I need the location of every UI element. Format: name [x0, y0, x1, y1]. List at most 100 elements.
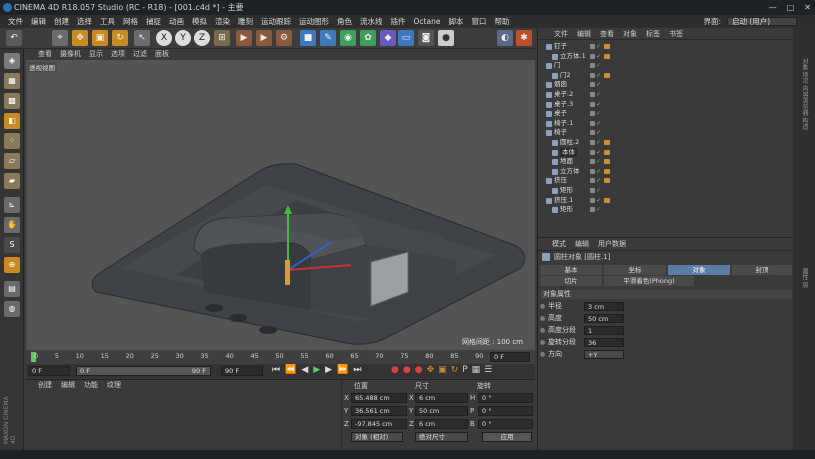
- texture-mode-icon[interactable]: ▩: [4, 93, 20, 109]
- end-frame-field[interactable]: 90 F: [221, 366, 263, 376]
- enable-check-icon[interactable]: ✓: [596, 100, 601, 110]
- enable-check-icon[interactable]: ✓: [596, 138, 601, 148]
- workplane-grid-icon[interactable]: ▤: [4, 281, 20, 297]
- object-list-item[interactable]: 挤压 ✓: [540, 176, 792, 186]
- tab-caps[interactable]: 封顶: [732, 265, 792, 275]
- enable-check-icon[interactable]: ✓: [596, 186, 601, 196]
- next-key-icon[interactable]: ⏩: [337, 365, 348, 375]
- axis-z-button[interactable]: Z: [194, 30, 210, 46]
- enable-check-icon[interactable]: ✓: [596, 109, 601, 119]
- menu-edit[interactable]: 编辑: [27, 15, 50, 28]
- make-editable-icon[interactable]: ◈: [4, 53, 20, 69]
- enable-check-icon[interactable]: ✓: [596, 119, 601, 129]
- keyframe-dot-icon[interactable]: [540, 328, 545, 333]
- om-menu-file[interactable]: 文件: [554, 28, 568, 39]
- subdivision-icon[interactable]: ◉: [340, 30, 356, 46]
- material-tag-icon[interactable]: [604, 44, 610, 49]
- workplane-icon[interactable]: ◧: [4, 113, 20, 129]
- coord-system-icon[interactable]: ⊞: [214, 30, 230, 46]
- vp-menu-filter[interactable]: 过滤: [133, 49, 147, 60]
- octane-icon[interactable]: ◐: [497, 30, 513, 46]
- cloner-icon[interactable]: ✿: [360, 30, 376, 46]
- object-list-item[interactable]: 矩形 ✓: [540, 205, 792, 215]
- radius-field[interactable]: 3 cm: [584, 302, 624, 311]
- menu-mograph[interactable]: 运动图形: [295, 15, 333, 28]
- rotate-tool-icon[interactable]: ↻: [112, 30, 128, 46]
- layer-icon[interactable]: [590, 130, 595, 136]
- enable-check-icon[interactable]: ✓: [596, 205, 601, 215]
- position-key-icon[interactable]: ✥: [427, 365, 435, 375]
- material-tag-icon[interactable]: [604, 159, 610, 165]
- undo-icon[interactable]: ↶: [6, 30, 22, 46]
- keyframe-dot-icon[interactable]: [540, 340, 545, 345]
- om-menu-bookmarks[interactable]: 书签: [669, 28, 683, 39]
- size-mode-select[interactable]: 绝对尺寸: [415, 432, 468, 442]
- material-tag-icon[interactable]: [604, 178, 610, 184]
- om-menu-objects[interactable]: 对象: [623, 28, 637, 39]
- material-tag-icon[interactable]: [604, 168, 610, 174]
- layout-select[interactable]: 启动 (用户): [727, 17, 797, 26]
- cube-icon[interactable]: ■: [300, 30, 316, 46]
- axis-mode-icon[interactable]: ⊾: [4, 197, 20, 213]
- layer-icon[interactable]: [590, 82, 595, 88]
- menu-animate[interactable]: 动画: [165, 15, 188, 28]
- minimize-button[interactable]: —: [769, 0, 777, 15]
- object-list-item[interactable]: 本体 ✓: [540, 147, 792, 158]
- object-list-item[interactable]: 钉子 ✓: [540, 42, 792, 52]
- tab-objects[interactable]: 对象: [801, 58, 808, 70]
- preview-range-slider[interactable]: 0 F 90 F: [76, 366, 211, 376]
- menu-pipeline[interactable]: 流水线: [356, 15, 387, 28]
- material-tag-icon[interactable]: [604, 53, 610, 59]
- render-view-icon[interactable]: ▶: [236, 30, 252, 46]
- enable-check-icon[interactable]: ✓: [596, 176, 601, 186]
- render-settings-icon[interactable]: ⚙: [276, 30, 292, 46]
- layer-icon[interactable]: [590, 63, 595, 69]
- model-mode-icon[interactable]: ▦: [4, 73, 20, 89]
- enable-check-icon[interactable]: ✓: [596, 128, 601, 138]
- object-list-item[interactable]: 立方体.1 ✓: [540, 52, 792, 62]
- enable-check-icon[interactable]: ✓: [596, 167, 601, 177]
- tab-layers[interactable]: 层: [801, 282, 808, 288]
- axis-y-button[interactable]: Y: [175, 30, 191, 46]
- object-list-item[interactable]: 立方体 ✓: [540, 167, 792, 177]
- layer-icon[interactable]: [590, 159, 595, 165]
- layer-icon[interactable]: [590, 197, 595, 203]
- timeline-menu-icon[interactable]: ☰: [484, 365, 492, 375]
- autokey-icon[interactable]: ●: [403, 365, 411, 375]
- vp-menu-options[interactable]: 选项: [111, 49, 125, 60]
- material-tag-icon[interactable]: [604, 140, 610, 145]
- layer-icon[interactable]: [590, 72, 595, 78]
- tab-content-browser[interactable]: 内容浏览器: [801, 86, 808, 116]
- tab-takes[interactable]: 场次: [801, 72, 808, 84]
- object-list-item[interactable]: 地面 ✓: [540, 157, 792, 167]
- menu-motion-tracking[interactable]: 运动跟踪: [257, 15, 295, 28]
- pos-x-field[interactable]: 65.488 cm: [351, 393, 407, 403]
- enable-check-icon[interactable]: ✓: [596, 71, 601, 81]
- move-tool-icon[interactable]: ✥: [72, 30, 88, 46]
- menu-window[interactable]: 窗口: [467, 15, 490, 28]
- menu-simulate[interactable]: 模拟: [188, 15, 211, 28]
- maximize-button[interactable]: □: [787, 0, 795, 15]
- mat-menu-function[interactable]: 功能: [84, 380, 98, 391]
- tab-attributes[interactable]: 属性: [801, 268, 808, 280]
- menu-mesh[interactable]: 网格: [119, 15, 142, 28]
- snap-icon[interactable]: S: [4, 237, 20, 253]
- enable-check-icon[interactable]: ✓: [596, 42, 601, 52]
- record-icon[interactable]: ●: [391, 365, 399, 375]
- layer-icon[interactable]: [590, 111, 595, 117]
- menu-script[interactable]: 脚本: [444, 15, 467, 28]
- enable-check-icon[interactable]: ✓: [596, 196, 601, 206]
- mat-menu-texture[interactable]: 纹理: [107, 380, 121, 391]
- rotation-segments-field[interactable]: 36: [584, 338, 624, 347]
- scale-tool-icon[interactable]: ▣: [92, 30, 108, 46]
- layer-icon[interactable]: [590, 92, 595, 97]
- object-list-item[interactable]: 门2 ✓: [540, 71, 792, 81]
- object-list-item[interactable]: 椅子.1 ✓: [540, 119, 792, 129]
- size-x-field[interactable]: 6 cm: [415, 393, 468, 403]
- axis-x-button[interactable]: X: [156, 30, 172, 46]
- layer-icon[interactable]: [590, 44, 595, 49]
- height-segments-field[interactable]: 1: [584, 326, 624, 335]
- attr-menu-userdata[interactable]: 用户数据: [598, 238, 626, 250]
- menu-octane[interactable]: Octane: [410, 15, 445, 28]
- tab-slice[interactable]: 切片: [540, 276, 602, 286]
